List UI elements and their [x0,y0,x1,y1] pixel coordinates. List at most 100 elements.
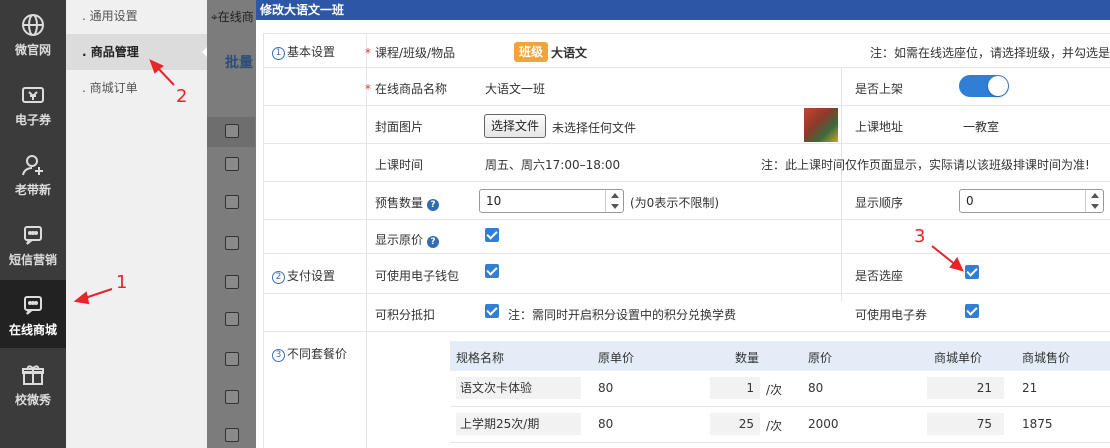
form-row-cover: 封面图片 选择文件 未选择任何文件 上课地址 一教室 [264,106,1110,144]
on-shelf-toggle[interactable] [959,75,1009,97]
sidebar-item-weiguanwang[interactable]: 微官网 [0,0,66,68]
unit-cell: /次 [766,419,783,433]
row-checkbox[interactable] [225,390,239,404]
points-deduction-checkbox[interactable] [485,304,499,318]
unit-cell: /次 [766,383,783,397]
e-wallet-checkbox[interactable] [485,264,499,278]
submenu-item-product-management[interactable]: . 商品管理 [66,34,207,70]
mall-price-cell: 1875 [1022,417,1053,431]
sidebar-item-label: 校微秀 [14,393,51,407]
sidebar-item-label: 微官网 [14,43,51,57]
original-price-cell: 2000 [808,417,839,431]
sidebar-item-sms[interactable]: 短信营销 [0,210,66,278]
column-header: 数量 [735,351,760,365]
section-package-prices: 3 不同套餐价 [272,345,347,362]
icon-sidebar: 微官网 电子券 老带新 短信营销 在线商城 校微秀 [0,0,66,448]
select-all-checkbox[interactable] [225,124,239,138]
column-header: 商城售价 [1022,351,1071,365]
coupon-icon [22,87,44,103]
annotation-number-1: 1 [116,272,128,293]
row-checkbox[interactable] [225,157,239,171]
class-time-note: 注：此上课时间仅作页面显示，实际请以该班级排课时间为准! [761,158,1090,172]
column-header: 原价 [808,351,833,365]
mall-price-cell: 21 [1022,381,1038,395]
dialog-form: 1 基本设置 * 课程/班级/物品 班级 大语文 注：如需在线选座位，请选择班级，并… [263,33,1110,448]
mall-unit-price-input[interactable]: 75 [927,413,1004,435]
user-add-icon [22,155,43,176]
annotation-number-3: 3 [914,226,926,247]
mall-unit-price-input[interactable]: 21 [927,377,1004,399]
section-number-icon: 2 [272,271,285,284]
column-header: 规格名称 [456,351,505,365]
globe-icon [22,14,44,36]
row-checkbox[interactable] [225,428,239,442]
product-name-input[interactable]: 大语文一班 [485,80,545,97]
help-icon: ? [427,199,440,211]
points-note: 注：需同时开启积分设置中的积分兑换学费 [508,308,737,322]
edit-product-dialog: 修改大语文一班 1 基本设置 * 课程/班级/物品 班级 大语文 注：如需在线选座位… [256,0,1110,448]
location-value: 一教室 [963,120,1000,134]
course-note: 注：如需在线选座位，请选择班级，并勾选是 [870,46,1110,60]
sidebar-item-online-mall[interactable]: 在线商城 [0,280,66,348]
coupon-usage-checkbox[interactable] [965,304,979,318]
product-name-label: * 在线商品名称 [365,82,448,96]
submenu-item-general-settings[interactable]: . 通用设置 [66,0,207,34]
stepper-arrows-icon [605,190,623,212]
dialog-title: 修改大语文一班 [256,0,1110,20]
form-row-points: 可积分抵扣 注：需同时开启积分设置中的积分兑换学费 可使用电子券 [264,294,1110,332]
section-basic-settings: 1 基本设置 [272,43,335,60]
spec-name-input[interactable]: 上学期25次/期 [456,413,581,435]
batch-button[interactable]: 批量 [225,52,253,72]
section-payment-settings: 2 支付设置 [272,267,335,284]
column-header: 商城单价 [934,351,983,365]
row-checkbox[interactable] [225,195,239,209]
sidebar-item-label: 电子券 [14,113,51,127]
section-number-icon: 1 [272,47,285,60]
column-header: 原单价 [598,351,635,365]
quantity-input[interactable]: 1 [710,377,760,399]
annotation-number-2: 2 [176,86,188,107]
gift-icon [22,365,44,385]
course-type-badge: 班级 [514,42,549,62]
sidebar-item-label: 短信营销 [8,253,57,267]
table-row: 上学期25次/期 80 25 /次 2000 75 1875 [450,407,1110,443]
display-order-label: 显示顺序 [855,196,904,210]
original-price-cell: 80 [808,381,824,395]
sidebar-item-label: 老带新 [14,183,51,197]
row-checkbox[interactable] [225,275,239,289]
form-row-wallet: 2 支付设置 可使用电子钱包 是否选座 [264,254,1110,294]
sms-icon [24,226,42,245]
stepper-arrows-icon [1085,190,1103,212]
e-wallet-label: 可使用电子钱包 [375,269,460,283]
show-original-price-checkbox[interactable] [485,228,499,242]
choose-file-button[interactable]: 选择文件 [484,114,547,138]
unit-price-cell: 80 [598,381,614,395]
class-time-value[interactable]: 周五、周六17:00–18:00 [485,156,620,173]
row-checkbox[interactable] [225,352,239,366]
cover-thumbnail[interactable] [804,108,838,142]
row-checkbox[interactable] [225,312,239,326]
points-deduction-label: 可积分抵扣 [375,308,436,322]
table-header: 规格名称 原单价 数量 原价 商城单价 商城售价 [450,341,1110,371]
sidebar-item-coupon[interactable]: 电子券 [0,70,66,138]
location-label: 上课地址 [855,120,904,134]
spec-name-input[interactable]: 语文次卡体验 [456,377,581,399]
course-name[interactable]: 大语文 [551,44,587,61]
presale-label: 预售数量? [375,194,440,211]
sub-menu: . 通用设置 . 商品管理 . 商城订单 [66,0,207,448]
row-checkbox[interactable] [225,236,239,250]
unit-price-cell: 80 [598,417,614,431]
presale-quantity-stepper[interactable]: 10 [479,189,624,213]
seat-selection-checkbox[interactable] [965,265,979,279]
sidebar-item-xiaoweixiu[interactable]: 校微秀 [0,350,66,418]
quantity-input[interactable]: 25 [710,413,760,435]
sidebar-item-referral[interactable]: 老带新 [0,140,66,208]
form-row-time: 上课时间 周五、周六17:00–18:00 注：此上课时间仅作页面显示，实际请以… [264,144,1110,182]
display-order-stepper[interactable]: 0 [959,189,1104,213]
form-row-show-price: 显示原价? [264,220,1110,254]
on-shelf-label: 是否上架 [855,82,904,96]
presale-hint: (为0表示不限制) [630,196,719,210]
table-row: 语文次卡体验 80 1 /次 80 21 21 [450,371,1110,407]
coupon-usage-label: 可使用电子券 [855,308,928,322]
help-icon: ? [427,236,440,248]
